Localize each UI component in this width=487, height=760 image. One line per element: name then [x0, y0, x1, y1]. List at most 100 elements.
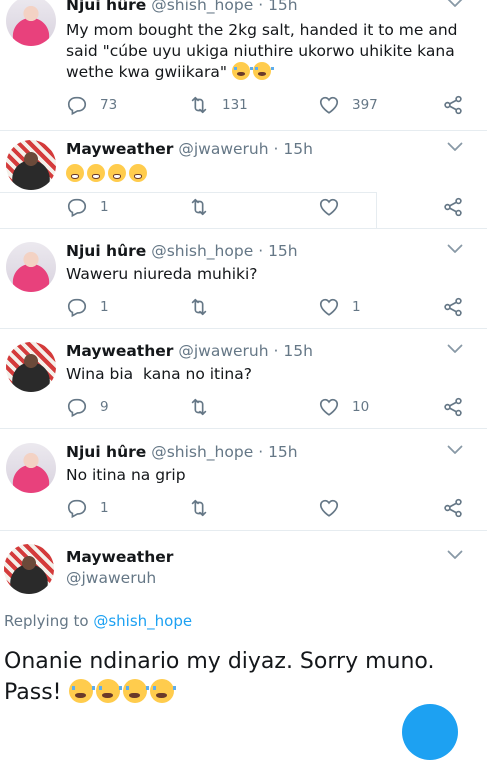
avatar[interactable] [6, 0, 56, 46]
tweet[interactable]: Mayweather @jwaweruh · 15h 1 [0, 140, 487, 220]
timestamp[interactable]: 15h [268, 0, 298, 14]
username[interactable]: @shish_hope [151, 0, 253, 14]
divider [0, 192, 376, 193]
tweet-text [66, 164, 471, 185]
separator: · [258, 0, 264, 14]
reply-button[interactable]: 73 [66, 94, 117, 116]
retweet-icon [188, 196, 210, 218]
heart-icon [318, 94, 340, 116]
chevron-down-icon[interactable] [447, 344, 463, 354]
reply-count: 73 [100, 97, 118, 113]
separator: · [273, 140, 279, 158]
emoji-group [66, 164, 147, 182]
mention-link[interactable]: @shish_hope [93, 612, 192, 630]
reply-button[interactable]: 1 [66, 196, 109, 218]
display-name[interactable]: Mayweather [66, 342, 173, 360]
tweet-text: No itina na grip [66, 466, 186, 484]
retweet-button[interactable] [188, 497, 210, 519]
emoji-group [68, 679, 177, 703]
reply-button[interactable]: 9 [66, 396, 109, 418]
share-button[interactable] [442, 396, 464, 418]
retweet-count: 131 [222, 97, 248, 113]
tweet-header: Mayweather [66, 548, 173, 566]
tweet-header: Mayweather @jwaweruh · 15h [66, 342, 313, 360]
retweet-button[interactable] [188, 196, 210, 218]
timestamp[interactable]: 15h [283, 140, 313, 158]
retweet-button[interactable] [188, 396, 210, 418]
share-icon [442, 396, 464, 418]
loudly-crying-face-emoji [95, 679, 123, 703]
like-button[interactable] [318, 497, 340, 519]
reply-icon [66, 396, 88, 418]
chevron-down-icon[interactable] [447, 0, 463, 8]
display-name[interactable]: Mayweather [66, 548, 173, 566]
avatar[interactable] [4, 544, 54, 594]
avatar[interactable] [6, 140, 56, 190]
like-button[interactable] [318, 196, 340, 218]
share-icon [442, 497, 464, 519]
separator: · [273, 342, 279, 360]
action-bar: 1 [66, 497, 471, 519]
reply-count: 1 [100, 299, 109, 315]
chevron-down-icon[interactable] [447, 445, 463, 455]
tweet-text: Waweru niureda muhiki? [66, 265, 258, 283]
compose-button[interactable] [402, 704, 458, 760]
divider [0, 530, 487, 531]
display-name[interactable]: Mayweather [66, 140, 173, 158]
replying-to: Replying to @shish_hope [4, 612, 192, 630]
share-button[interactable] [442, 296, 464, 318]
username[interactable]: @jwaweruh [178, 342, 268, 360]
share-button[interactable] [442, 196, 464, 218]
tweet[interactable]: Mayweather @jwaweruh · 15h Wina bia kana… [0, 342, 487, 422]
reply-count: 1 [100, 500, 109, 516]
username[interactable]: @jwaweruh [178, 140, 268, 158]
share-button[interactable] [442, 497, 464, 519]
chevron-down-icon[interactable] [447, 550, 463, 560]
tweet-header: Njui hûre @shish_hope · 15h [66, 0, 298, 14]
retweet-button[interactable] [188, 296, 210, 318]
retweet-icon [188, 396, 210, 418]
chevron-down-icon[interactable] [447, 244, 463, 254]
share-icon [442, 196, 464, 218]
avatar[interactable] [6, 342, 56, 392]
display-name[interactable]: Njui hûre [66, 443, 146, 461]
like-button[interactable]: 1 [318, 296, 361, 318]
display-name[interactable]: Njui hûre [66, 242, 146, 260]
like-button[interactable]: 10 [318, 396, 369, 418]
loudly-crying-face-emoji [122, 679, 150, 703]
loudly-crying-face-emoji [68, 679, 96, 703]
avatar[interactable] [6, 242, 56, 292]
action-bar: 9 10 [66, 396, 471, 418]
tweet[interactable]: Njui hûre @shish_hope · 15h My mom bough… [0, 0, 487, 124]
share-button[interactable] [442, 94, 464, 116]
focused-tweet-text: Onanie ndinario my diyaz. Sorry muno. Pa… [4, 649, 435, 705]
reply-button[interactable]: 1 [66, 296, 109, 318]
reply-count: 1 [100, 199, 109, 215]
username[interactable]: @shish_hope [151, 242, 253, 260]
action-bar: 1 [66, 196, 471, 218]
grinning-face-emoji [129, 164, 147, 182]
tweet-text: Wina bia kana no itina? [66, 365, 252, 383]
display-name[interactable]: Njui hûre [66, 0, 146, 14]
tweet[interactable]: Njui hûre @shish_hope · 15h No itina na … [0, 443, 487, 523]
retweet-button[interactable]: 131 [188, 94, 248, 116]
timestamp[interactable]: 15h [268, 443, 298, 461]
like-button[interactable]: 397 [318, 94, 378, 116]
tweet[interactable]: Njui hûre @shish_hope · 15h Waweru niure… [0, 242, 487, 322]
avatar[interactable] [6, 443, 56, 493]
timestamp[interactable]: 15h [283, 342, 313, 360]
like-count: 397 [352, 97, 378, 113]
share-icon [442, 94, 464, 116]
tweet-header: Njui hûre @shish_hope · 15h [66, 443, 298, 461]
separator: · [258, 242, 264, 260]
heart-icon [318, 296, 340, 318]
emoji-group [231, 62, 275, 80]
username[interactable]: @jwaweruh [66, 569, 156, 587]
username[interactable]: @shish_hope [151, 443, 253, 461]
heart-icon [318, 396, 340, 418]
divider [0, 428, 487, 429]
timestamp[interactable]: 15h [268, 242, 298, 260]
chevron-down-icon[interactable] [447, 142, 463, 152]
reply-button[interactable]: 1 [66, 497, 109, 519]
heart-icon [318, 497, 340, 519]
